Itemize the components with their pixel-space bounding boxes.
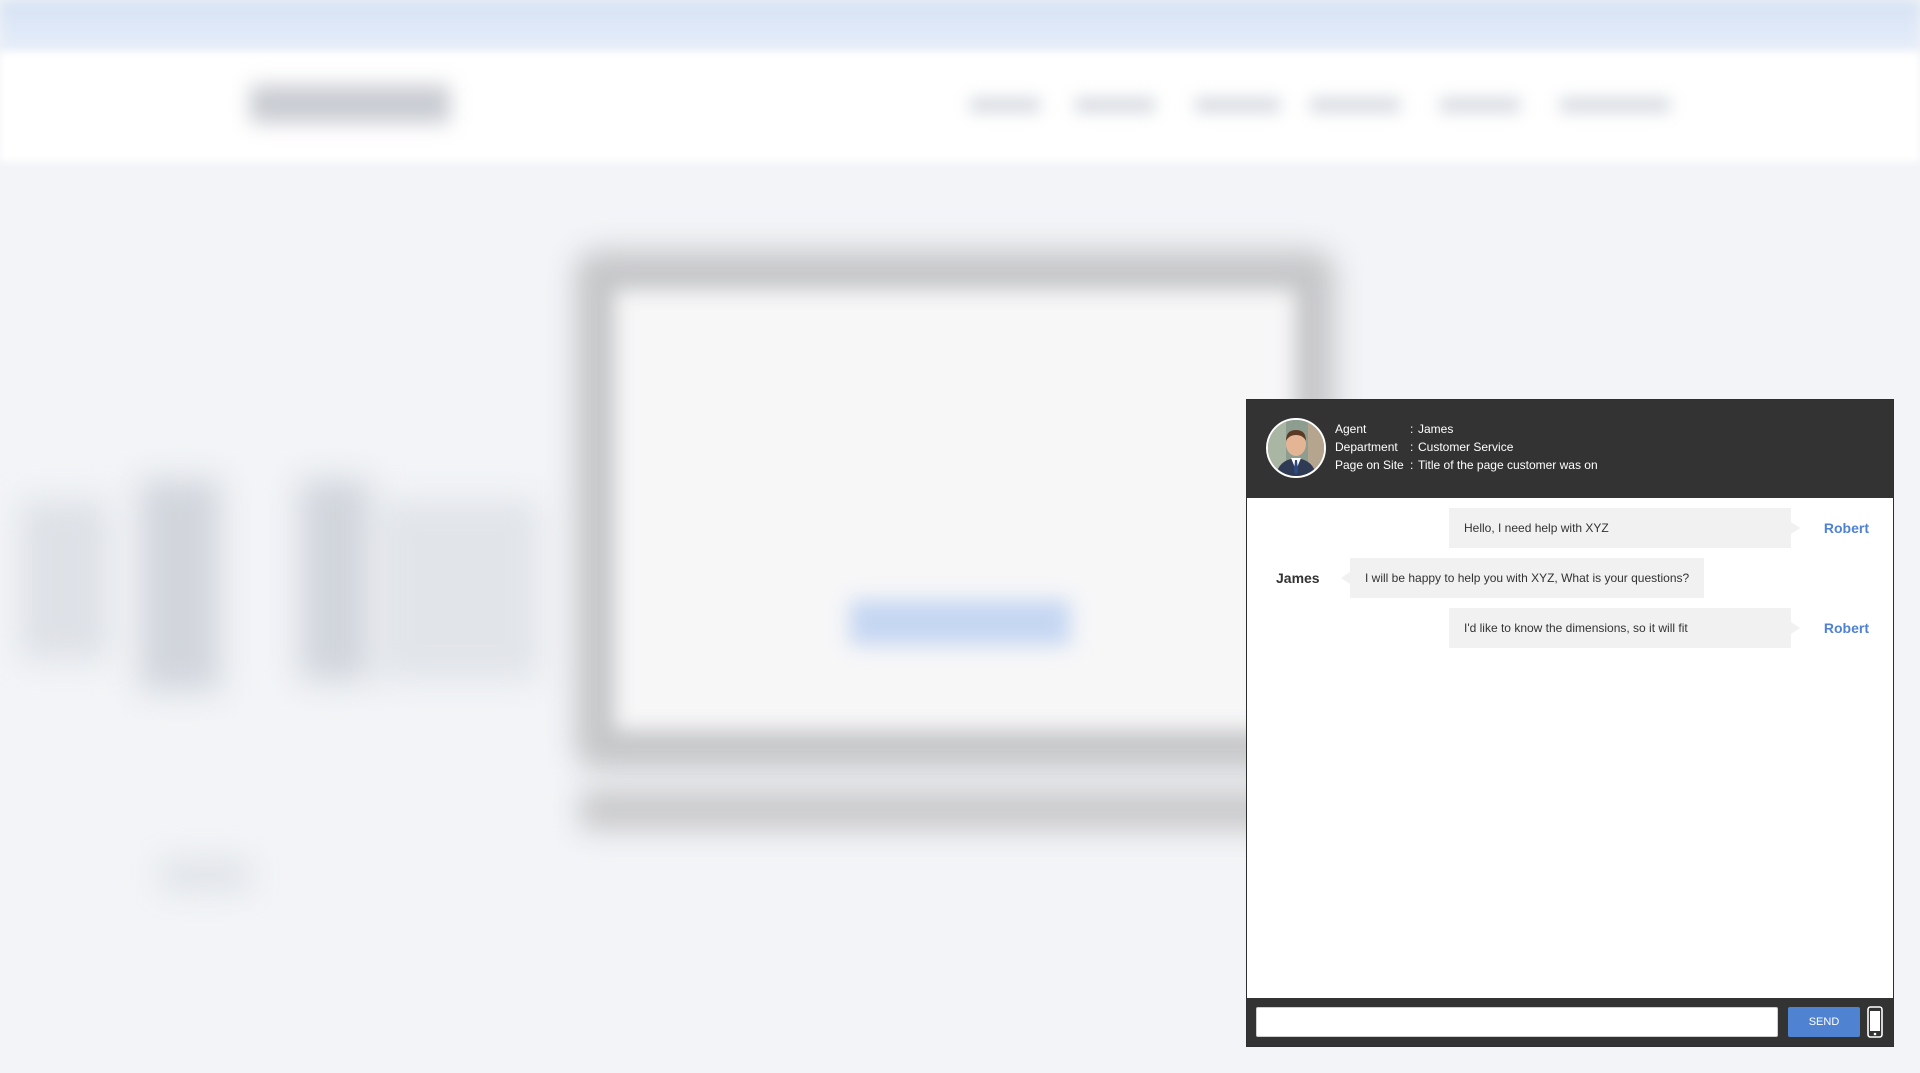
background-top-band xyxy=(0,0,1920,52)
agent-info-label: Agent xyxy=(1335,422,1367,436)
message-list: Hello, I need help with XYZ Robert James… xyxy=(1247,498,1893,988)
background-laptop-screen xyxy=(615,290,1295,730)
sender-name: Robert xyxy=(1823,520,1869,536)
background-column xyxy=(300,480,370,680)
page-info-row: Page on Site : Title of the page custome… xyxy=(1335,456,1598,474)
sender-name: James xyxy=(1276,570,1320,586)
department-info-separator: : xyxy=(1410,440,1414,454)
agent-info: Agent : James Department : Customer Serv… xyxy=(1335,420,1598,474)
sender-name: Robert xyxy=(1823,620,1869,636)
department-info-row: Department : Customer Service xyxy=(1335,438,1598,456)
background-nav-item xyxy=(1560,98,1670,112)
page-title-value: Title of the page customer was on xyxy=(1418,458,1598,472)
chat-footer: SEND xyxy=(1247,998,1893,1046)
background-nav-item xyxy=(970,98,1040,112)
mobile-phone-icon[interactable] xyxy=(1867,1006,1883,1038)
department-value: Customer Service xyxy=(1418,440,1514,454)
background-nav-item xyxy=(1440,98,1520,112)
chat-message: I'd like to know the dimensions, so it w… xyxy=(1247,608,1893,648)
background-column xyxy=(20,500,110,660)
message-bubble: I will be happy to help you with XYZ, Wh… xyxy=(1340,558,1705,598)
department-info-label: Department xyxy=(1335,440,1398,454)
background-nav-item xyxy=(1310,98,1400,112)
agent-avatar xyxy=(1266,418,1326,478)
message-bubble: I'd like to know the dimensions, so it w… xyxy=(1449,608,1800,648)
agent-info-row: Agent : James xyxy=(1335,420,1598,438)
agent-info-separator: : xyxy=(1410,422,1414,436)
page-info-label: Page on Site xyxy=(1335,458,1404,472)
background-laptop-base xyxy=(580,790,1360,830)
agent-name-value: James xyxy=(1418,422,1454,436)
page-info-separator: : xyxy=(1410,458,1414,472)
chat-window: Agent : James Department : Customer Serv… xyxy=(1246,399,1894,1047)
background-button xyxy=(850,600,1070,645)
message-bubble: Hello, I need help with XYZ xyxy=(1449,508,1800,548)
chat-header: Agent : James Department : Customer Serv… xyxy=(1247,400,1893,498)
chat-message: James I will be happy to help you with X… xyxy=(1247,558,1893,598)
send-button[interactable]: SEND xyxy=(1788,1007,1860,1037)
background-nav-item xyxy=(1195,98,1280,112)
person-icon xyxy=(1268,420,1324,476)
background-logo xyxy=(250,85,450,123)
message-input[interactable] xyxy=(1256,1007,1778,1037)
background-nav-item xyxy=(1075,98,1155,112)
chat-message: Hello, I need help with XYZ Robert xyxy=(1247,508,1893,548)
background-text-block xyxy=(160,860,250,890)
background-column xyxy=(140,480,220,690)
background-column xyxy=(380,500,540,680)
